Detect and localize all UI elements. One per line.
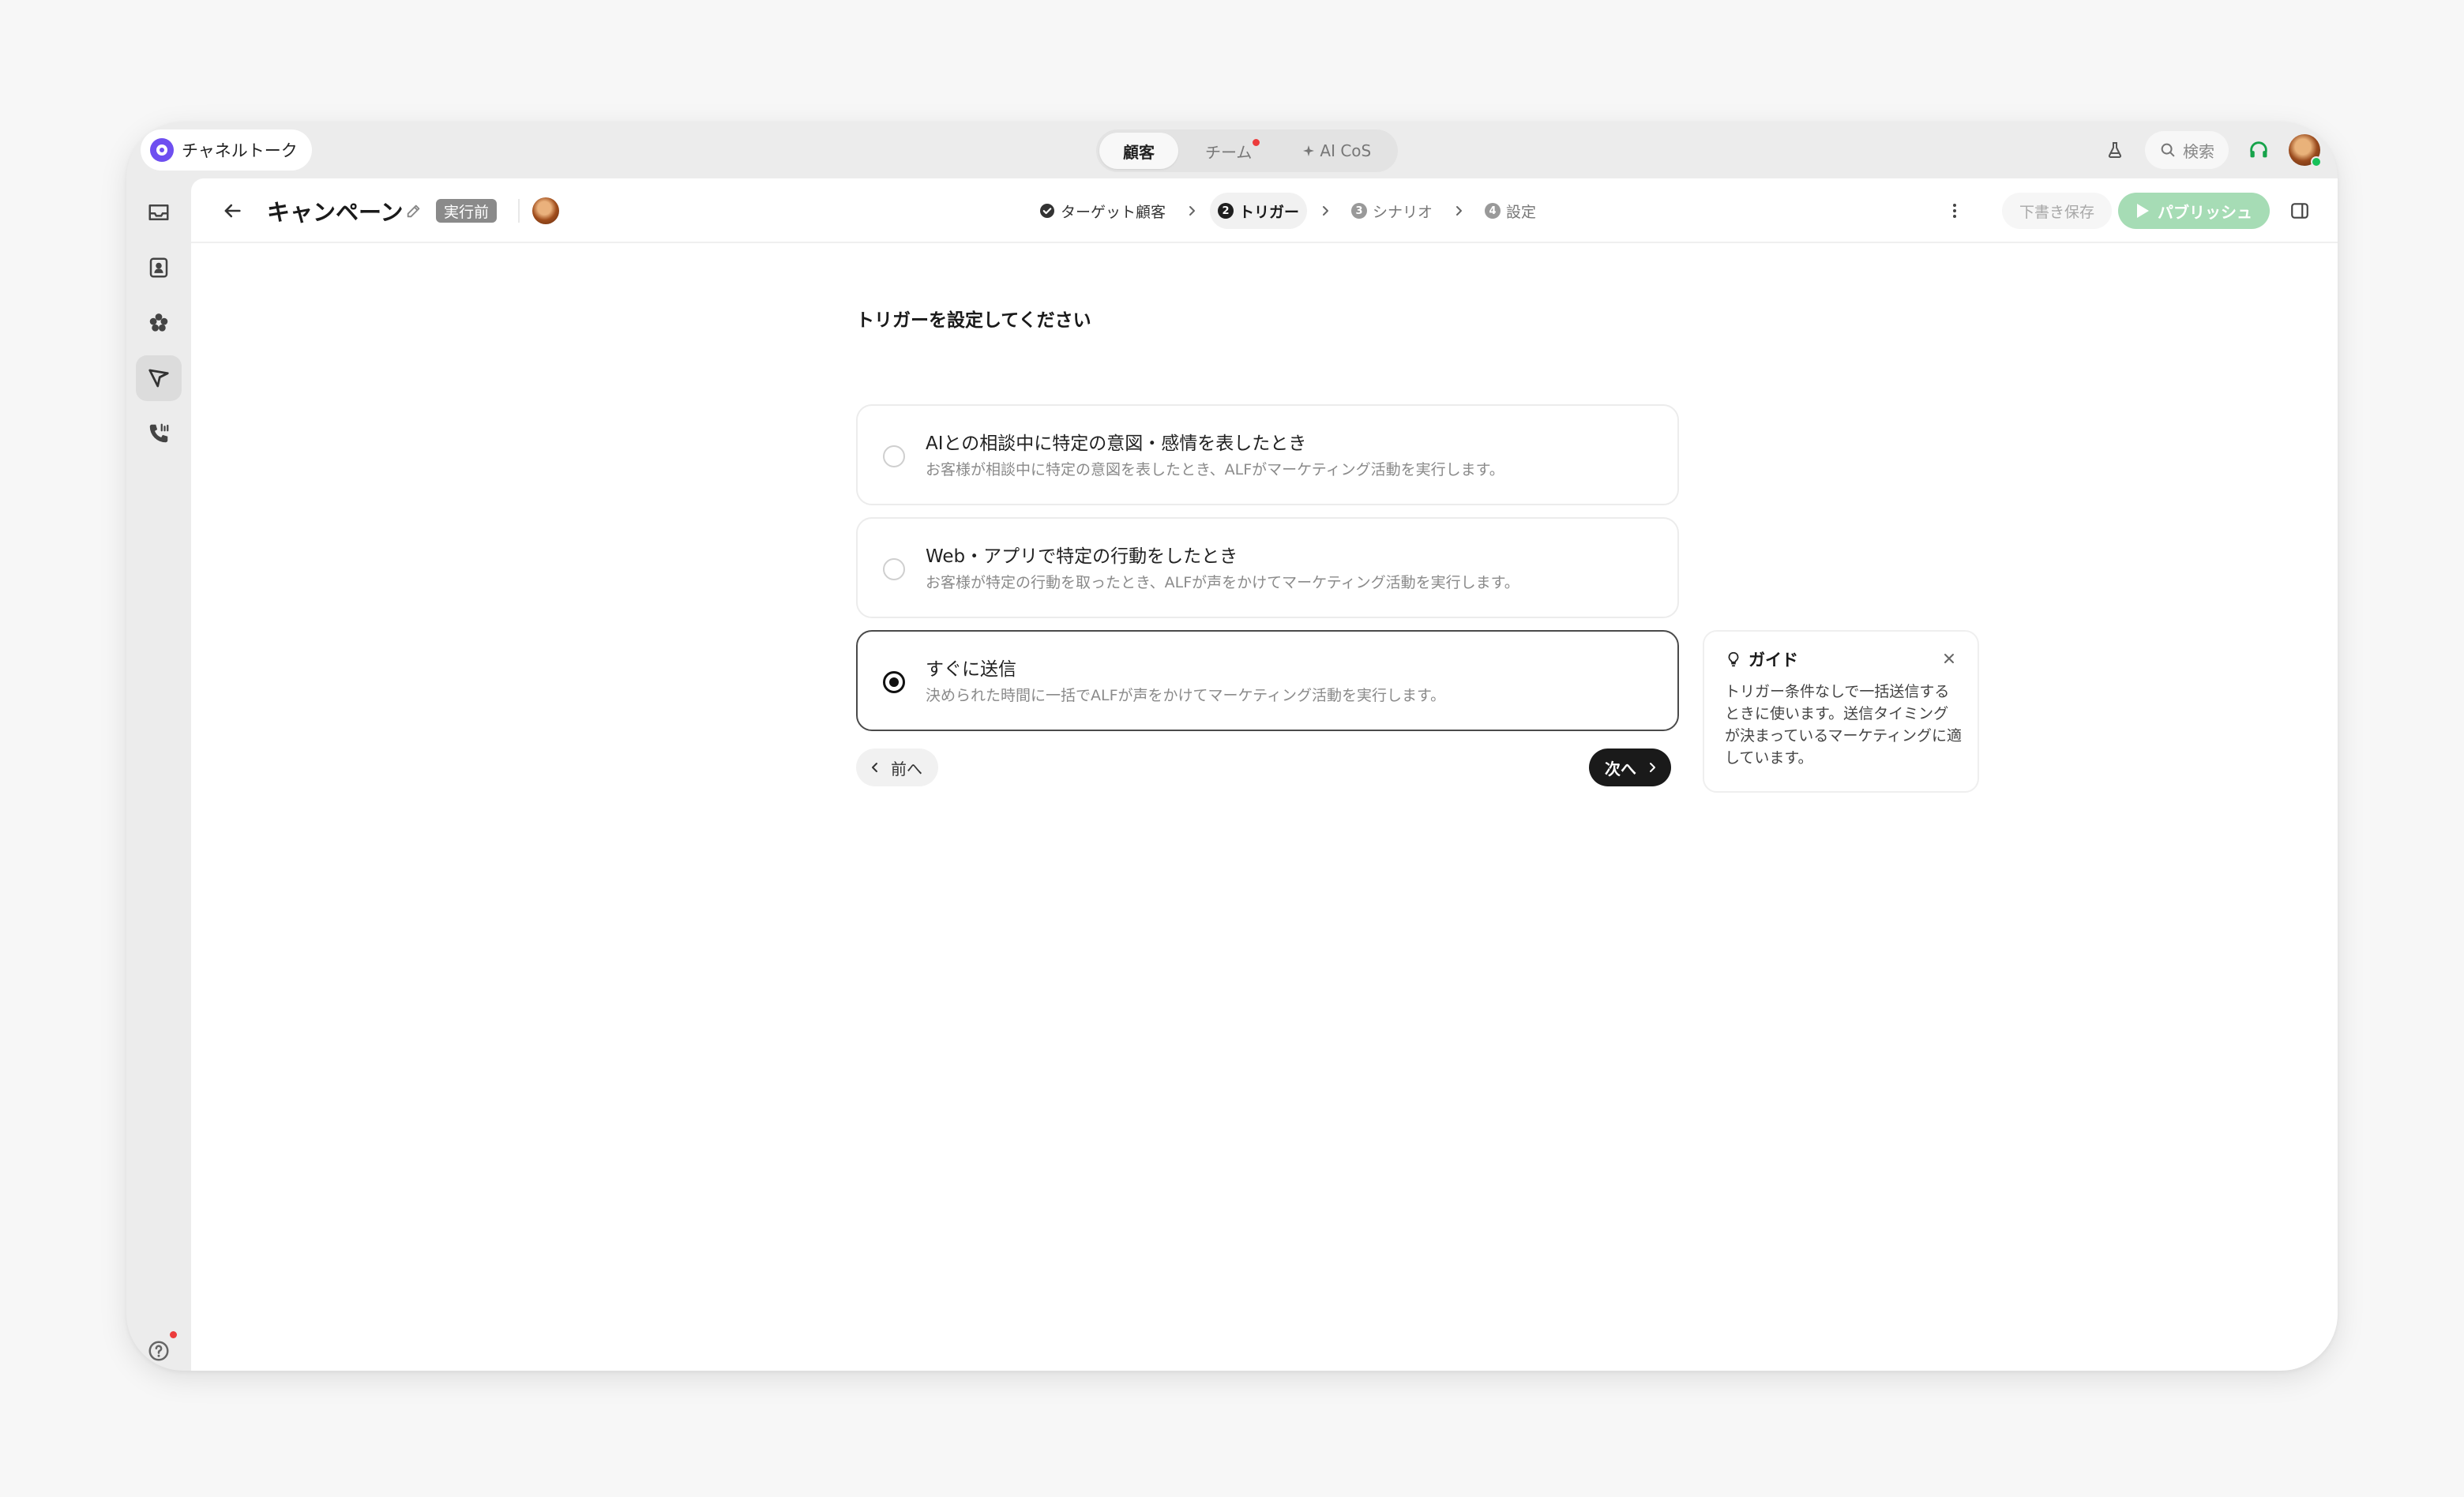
publish-button[interactable]: パブリッシュ	[2118, 193, 2270, 229]
inbox-icon	[148, 204, 169, 220]
sidebar-item-calls[interactable]	[136, 411, 182, 456]
step-label: シナリオ	[1373, 203, 1433, 221]
divider	[518, 199, 520, 223]
step-target-customers[interactable]: ターゲット顧客	[1031, 193, 1174, 229]
trigger-option-web-app-behavior[interactable]: Web・アプリで特定の行動をしたとき お客様が特定の行動を取ったとき、ALFが声…	[856, 517, 1679, 618]
tab-ai-cos[interactable]: AI CoS	[1279, 133, 1395, 169]
step-label: トリガー	[1239, 203, 1300, 221]
more-vertical-icon	[1952, 204, 1956, 218]
step-scenario[interactable]: 3 シナリオ	[1343, 193, 1440, 229]
search-icon	[2161, 143, 2175, 157]
header-actions: 下書き保存 パブリッシュ	[1939, 193, 2316, 229]
edit-title-button[interactable]	[403, 200, 425, 222]
step-navigator: ターゲット顧客 2 トリガー 3 シナリオ 4 設定	[1031, 193, 1544, 229]
tab-team-label: チーム	[1205, 142, 1253, 162]
search-button[interactable]: 検索	[2145, 131, 2229, 169]
step-settings[interactable]: 4 設定	[1477, 193, 1544, 229]
close-icon	[1944, 654, 1954, 663]
side-panel-toggle[interactable]	[2284, 195, 2316, 227]
option-title: すぐに送信	[926, 659, 1016, 680]
sidebar-item-help[interactable]	[136, 1328, 182, 1371]
guide-body: トリガー条件なしで一括送信するときに使います。送信タイミングが決まっているマーケ…	[1725, 683, 1963, 767]
campaign-icon	[148, 369, 169, 388]
sidebar-item-apps[interactable]	[136, 300, 182, 346]
step-label: ターゲット顧客	[1061, 203, 1166, 221]
chevron-right-icon	[1178, 204, 1205, 217]
channel-talk-logo-icon	[150, 138, 174, 162]
online-status-dot	[2311, 156, 2322, 167]
chevron-right-icon	[1312, 204, 1339, 217]
arrow-left-icon	[224, 204, 241, 218]
search-label: 検索	[2183, 141, 2214, 161]
previous-label: 前へ	[891, 759, 922, 779]
option-description: お客様が特定の行動を取ったとき、ALFが声をかけてマーケティング活動を実行します…	[926, 574, 1519, 591]
status-badge: 実行前	[436, 199, 498, 223]
chevron-right-icon	[1445, 204, 1472, 217]
support-button[interactable]	[2243, 134, 2274, 166]
main-panel: キャンペーン 実行前 ターゲット顧客 2 トリガー 3 シナリオ 4 設定 下書…	[191, 178, 2338, 1371]
page-title: キャンペーン	[267, 199, 404, 226]
step-number: 3	[1351, 203, 1368, 219]
tab-ai-cos-label: AI CoS	[1320, 141, 1372, 160]
top-bar: チャネルトーク 顧客 チーム AI CoS 検索	[126, 122, 2338, 178]
step-number: 4	[1485, 203, 1501, 219]
sidebar-item-contacts[interactable]	[136, 245, 182, 291]
apps-icon	[149, 313, 168, 332]
help-icon	[148, 1341, 169, 1361]
more-options-button[interactable]	[1939, 195, 1970, 227]
save-draft-button[interactable]: 下書き保存	[2001, 193, 2112, 229]
top-right-controls: 検索	[2099, 129, 2322, 171]
radio-button[interactable]	[883, 445, 905, 467]
sparkle-icon	[1303, 145, 1315, 156]
publish-label: パブリッシュ	[2158, 202, 2252, 222]
sidebar-item-inbox[interactable]	[136, 189, 182, 235]
play-icon	[2137, 204, 2149, 218]
option-title: Web・アプリで特定の行動をしたとき	[926, 546, 1238, 567]
guide-title: ガイド	[1748, 651, 1798, 670]
pencil-icon	[407, 204, 420, 218]
owner-avatar[interactable]	[532, 197, 559, 224]
notification-dot	[170, 1331, 177, 1338]
check-circle-icon	[1040, 204, 1054, 218]
next-button[interactable]: 次へ	[1589, 748, 1671, 786]
trigger-option-send-now[interactable]: すぐに送信 決められた時間に一括でALFが声をかけてマーケティング活動を実行しま…	[856, 630, 1679, 731]
sidebar-item-campaigns[interactable]	[136, 355, 182, 401]
tab-team[interactable]: チーム	[1181, 133, 1275, 169]
step-label: 設定	[1506, 203, 1537, 221]
guide-header: ガイド	[1725, 647, 1798, 671]
tab-customers-label: 顧客	[1123, 142, 1155, 162]
chevron-right-icon	[1650, 763, 1655, 772]
top-tab-switcher: 顧客 チーム AI CoS	[1096, 129, 1399, 172]
campaign-header: キャンペーン 実行前 ターゲット顧客 2 トリガー 3 シナリオ 4 設定 下書…	[191, 178, 2338, 243]
step-number: 2	[1218, 203, 1234, 219]
next-label: 次へ	[1605, 759, 1636, 779]
back-button[interactable]	[216, 195, 248, 227]
step-trigger[interactable]: 2 トリガー	[1210, 193, 1308, 229]
guide-card: ガイド トリガー条件なしで一括送信するときに使います。送信タイミングが決まってい…	[1703, 630, 1979, 793]
sidebar-right-icon	[2291, 203, 2308, 219]
chevron-left-icon	[872, 763, 877, 772]
flask-icon	[2108, 142, 2122, 158]
close-guide-button[interactable]	[1936, 646, 1962, 671]
option-title: AIとの相談中に特定の意図・感情を表したとき	[926, 433, 1307, 454]
labs-button[interactable]	[2099, 134, 2131, 166]
contacts-icon	[149, 257, 168, 278]
trigger-option-ai-intent[interactable]: AIとの相談中に特定の意図・感情を表したとき お客様が相談中に特定の意図を表した…	[856, 404, 1679, 505]
lightbulb-icon	[1728, 651, 1739, 667]
option-description: お客様が相談中に特定の意図を表したとき、ALFがマーケティング活動を実行します。	[926, 461, 1504, 478]
app-name: チャネルトーク	[182, 141, 298, 160]
previous-button[interactable]: 前へ	[856, 748, 938, 786]
option-description: 決められた時間に一括でALFが声をかけてマーケティング活動を実行します。	[926, 687, 1446, 704]
tab-customers[interactable]: 顧客	[1099, 133, 1178, 169]
app-window: チャネルトーク 顧客 チーム AI CoS 検索 キャンペーン 実行前 ターゲッ…	[126, 122, 2338, 1371]
phone-icon	[149, 423, 169, 443]
user-avatar[interactable]	[2289, 134, 2322, 167]
radio-button-selected[interactable]	[883, 671, 905, 693]
notification-dot	[1253, 139, 1260, 146]
sidebar	[126, 178, 191, 1371]
section-title: トリガーを設定してください	[856, 310, 1091, 331]
radio-button[interactable]	[883, 558, 905, 580]
headset-icon	[2250, 141, 2267, 158]
workspace-switcher[interactable]: チャネルトーク	[141, 129, 312, 171]
